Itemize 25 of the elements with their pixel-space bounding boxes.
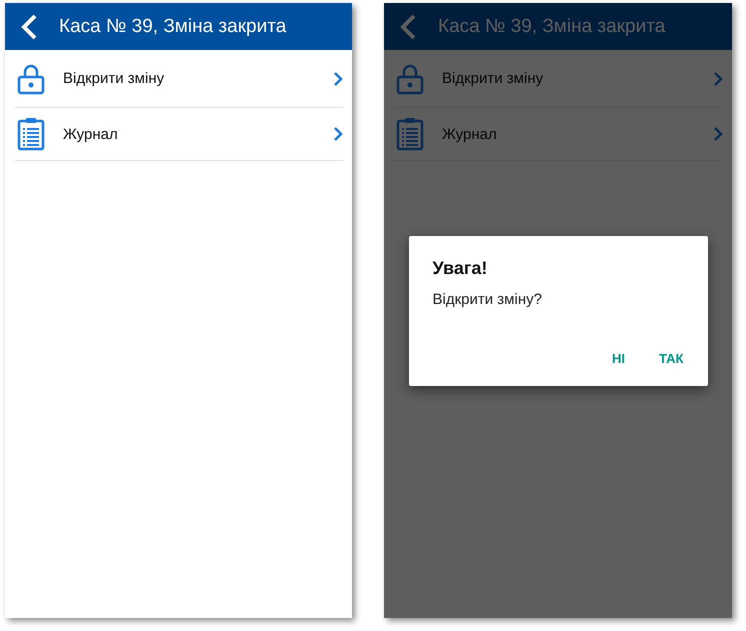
- menu-item-label: Відкрити зміну: [63, 70, 166, 87]
- screen-title: Каса № 39, Зміна закрита: [59, 16, 286, 38]
- dialog-button[interactable]: ТАК: [649, 344, 694, 372]
- chevron-icon: [713, 70, 723, 86]
- menu-item[interactable]: Журнал: [15, 108, 343, 161]
- dialog-message: Відкрити зміну?: [432, 290, 542, 308]
- menu-item-label: Журнал: [63, 126, 119, 142]
- back-icon: [19, 12, 39, 40]
- chevron-icon: [333, 126, 343, 142]
- lock-icon: [396, 62, 424, 94]
- back-button[interactable]: [19, 12, 39, 40]
- screen-title: Каса № 39, Зміна закрита: [438, 16, 666, 38]
- clipboard-icon: [396, 117, 424, 151]
- chevron-icon: [333, 70, 343, 86]
- menu-item[interactable]: Відкрити зміну: [394, 50, 723, 108]
- dialog-title: Увага!: [432, 258, 488, 278]
- menu-item[interactable]: Журнал: [394, 108, 723, 161]
- clipboard-icon: [17, 117, 45, 151]
- menu-item[interactable]: Відкрити зміну: [15, 50, 343, 108]
- back-icon: [398, 12, 418, 40]
- menu-item-label: Відкрити зміну: [442, 70, 544, 87]
- chevron-icon: [713, 126, 723, 142]
- lock-icon: [17, 62, 45, 94]
- menu-item-label: Журнал: [442, 126, 498, 142]
- dialog-button[interactable]: НІ: [602, 344, 636, 372]
